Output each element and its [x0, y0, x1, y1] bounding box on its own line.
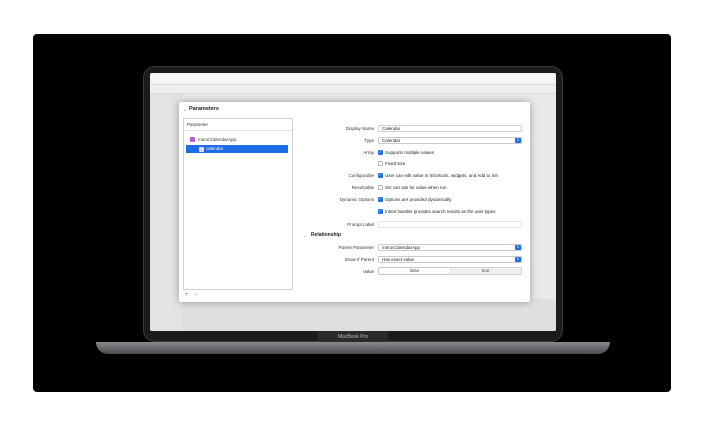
chevron-updown-icon: ⇕: [515, 138, 521, 143]
chevron-updown-icon: ⇕: [515, 245, 521, 250]
type-popup[interactable]: Calendar ⇕: [378, 137, 522, 144]
list-item-label: calendar: [206, 146, 224, 151]
calendar-entity-icon: [199, 146, 204, 152]
parent-parameter-label: Parent Parameter: [338, 245, 374, 250]
dynamic-options-checkbox-text: Options are provided dynamically: [385, 197, 452, 202]
list-footer: + −: [185, 292, 198, 298]
type-value: Calendar: [382, 138, 401, 143]
xcode-jump-bar: [150, 85, 556, 94]
xcode-editor-bottom: [182, 299, 556, 331]
app-entity-icon: [190, 137, 195, 142]
value-label: Value: [362, 269, 374, 274]
array-label: Array: [363, 150, 374, 155]
intent-handler-checkbox[interactable]: [378, 208, 383, 214]
configurable-checkbox-text: User can edit value in Shortcuts, widget…: [385, 173, 499, 178]
chevron-updown-icon: ⇕: [515, 257, 521, 262]
array-checkbox[interactable]: [378, 149, 383, 155]
value-option-false[interactable]: false: [379, 268, 450, 274]
collapse-chevron-icon[interactable]: ⌄: [183, 107, 187, 113]
value-option-true[interactable]: true: [450, 268, 521, 274]
fixed-size-checkbox[interactable]: [378, 161, 383, 166]
type-label: Type: [364, 138, 374, 143]
show-if-parent-label: Show If Parent: [344, 257, 374, 262]
configurable-checkbox[interactable]: [378, 172, 383, 178]
dialog-title: Parameters: [189, 106, 219, 112]
add-parameter-button[interactable]: +: [185, 292, 189, 298]
intent-handler-checkbox-text: Intent handler provides search results a…: [385, 209, 496, 214]
display-name-field[interactable]: Calendar: [378, 125, 522, 132]
prompt-label-label: Prompt Label: [347, 222, 374, 227]
parameter-list-header: Parameter: [187, 122, 209, 127]
display-name-label: Display Name: [345, 126, 374, 131]
parent-parameter-popup[interactable]: mirrorCalendarApp ⇕: [378, 244, 522, 251]
configurable-label: Configurable: [348, 173, 374, 178]
value-segmented-control[interactable]: false true: [378, 267, 522, 275]
resolvable-checkbox[interactable]: [378, 185, 383, 190]
remove-parameter-button[interactable]: −: [194, 292, 198, 298]
relationship-section-title: Relationship: [311, 232, 342, 238]
xcode-toolbar: [150, 73, 556, 85]
array-checkbox-text: Supports multiple values: [385, 150, 435, 155]
resolvable-label: Resolvable: [351, 185, 374, 190]
show-if-parent-value: Has exact value: [382, 257, 415, 262]
show-if-parent-popup[interactable]: Has exact value ⇕: [378, 256, 522, 263]
dynamic-options-checkbox[interactable]: [378, 196, 383, 202]
fixed-size-checkbox-text: Fixed size: [385, 161, 406, 166]
dynamic-options-label: Dynamic Options: [339, 197, 374, 202]
divider: [184, 130, 292, 131]
parent-parameter-value: mirrorCalendarApp: [382, 245, 421, 250]
list-item-selected[interactable]: calendar: [186, 145, 288, 153]
parameter-list-panel: [183, 118, 293, 290]
list-item-label: mirrorCalendarApp: [198, 137, 237, 142]
laptop-base: [96, 342, 610, 354]
prompt-label-field[interactable]: [378, 221, 522, 228]
relationship-chevron-icon[interactable]: ⌄: [303, 233, 307, 239]
resolvable-checkbox-text: Siri can ask for value when run: [385, 185, 447, 190]
list-item[interactable]: mirrorCalendarApp: [190, 137, 236, 142]
xcode-navigator: [150, 94, 182, 331]
